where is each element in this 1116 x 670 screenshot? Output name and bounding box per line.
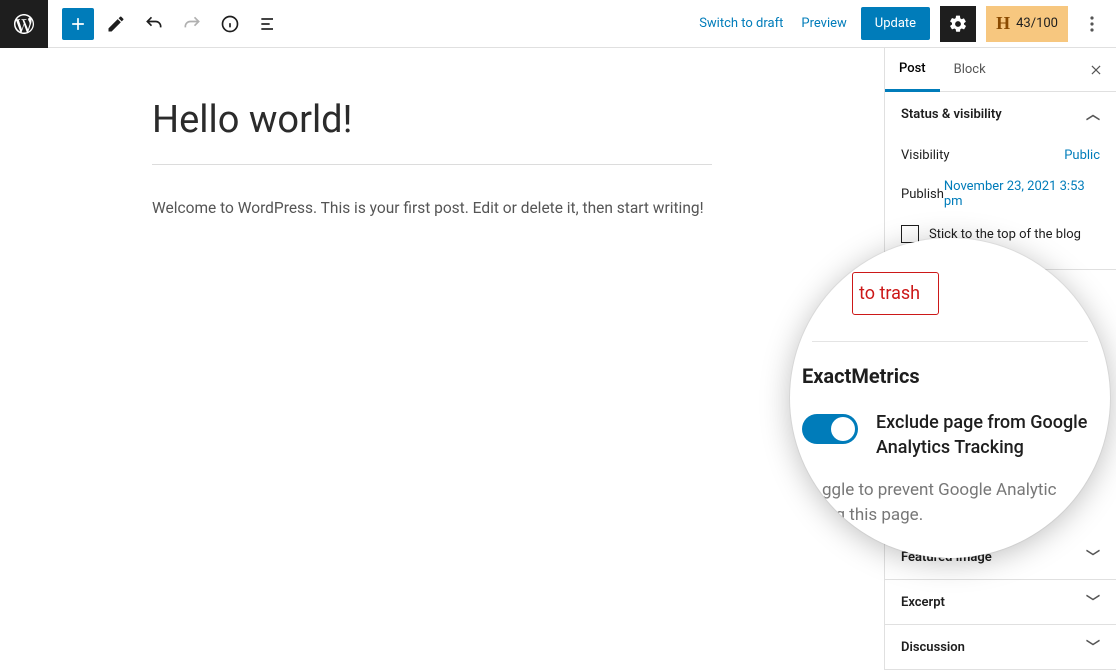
row-publish: Publish November 23, 2021 3:53 pm — [901, 171, 1100, 217]
close-sidebar-button[interactable] — [1076, 63, 1116, 77]
row-visibility: Visibility Public — [901, 140, 1100, 171]
tab-block[interactable]: Block — [940, 48, 1000, 92]
value-visibility[interactable]: Public — [1064, 148, 1100, 163]
panel-title-status: Status & visibility — [901, 107, 1002, 122]
editor-canvas[interactable]: Hello world! Welcome to WordPress. This … — [0, 48, 884, 670]
exclude-tracking-description: ggle to prevent Google Analytic ing this… — [822, 478, 1088, 527]
panel-head-status[interactable]: Status & visibility ︿ — [885, 92, 1116, 136]
panel-title-exactmetrics: ExactMetrics — [802, 364, 1088, 388]
chevron-down-icon: ﹀ — [1088, 508, 1104, 532]
post-title[interactable]: Hello world! — [152, 98, 732, 142]
exclude-tracking-toggle[interactable] — [802, 414, 858, 444]
chevron-down-icon: ﹀ — [1086, 547, 1100, 567]
magnifier-overlay: ︿ to trash ExactMetrics Exclude page fro… — [790, 238, 1110, 558]
panel-title-discussion: Discussion — [901, 640, 965, 655]
editor-topbar: Switch to draft Preview Update H 43/100 — [0, 0, 1116, 48]
info-button[interactable] — [214, 8, 246, 40]
tab-post[interactable]: Post — [885, 48, 940, 92]
value-publish[interactable]: November 23, 2021 3:53 pm — [944, 179, 1100, 209]
outline-button[interactable] — [252, 8, 284, 40]
exclude-tracking-label: Exclude page from Google Analytics Track… — [876, 410, 1088, 460]
toolbar-left — [48, 8, 284, 40]
post-body[interactable]: Welcome to WordPress. This is your first… — [152, 199, 732, 217]
panel-excerpt: Excerpt ﹀ — [885, 580, 1116, 625]
move-to-trash-button[interactable]: to trash — [852, 272, 939, 315]
label-publish: Publish — [901, 187, 944, 202]
undo-button[interactable] — [138, 8, 170, 40]
panel-discussion: Discussion ﹀ — [885, 625, 1116, 670]
panel-head-excerpt[interactable]: Excerpt ﹀ — [885, 580, 1116, 624]
chevron-down-icon: ﹀ — [1086, 592, 1100, 612]
settings-button[interactable] — [940, 6, 976, 42]
exclude-tracking-row: Exclude page from Google Analytics Track… — [802, 410, 1088, 460]
label-visibility: Visibility — [901, 148, 950, 163]
h-icon: H — [996, 13, 1010, 34]
update-button[interactable]: Update — [861, 7, 930, 40]
chevron-up-icon: ︿ — [1088, 296, 1104, 320]
switch-to-draft-button[interactable]: Switch to draft — [695, 10, 787, 37]
redo-button — [176, 8, 208, 40]
score-value: 43/100 — [1016, 16, 1058, 31]
edit-icon[interactable] — [100, 8, 132, 40]
seo-score-badge[interactable]: H 43/100 — [986, 6, 1068, 42]
panel-title-excerpt: Excerpt — [901, 595, 945, 610]
chevron-up-icon: ︿ — [1086, 104, 1100, 124]
title-divider — [152, 164, 712, 165]
preview-button[interactable]: Preview — [797, 10, 850, 37]
wordpress-logo[interactable] — [0, 0, 48, 48]
divider — [812, 341, 1088, 342]
panel-head-discussion[interactable]: Discussion ﹀ — [885, 625, 1116, 669]
add-block-button[interactable] — [62, 8, 94, 40]
chevron-down-icon: ﹀ — [1086, 637, 1100, 657]
more-options-button[interactable] — [1078, 6, 1106, 42]
sidebar-tabs: Post Block — [885, 48, 1116, 92]
toolbar-right: Switch to draft Preview Update H 43/100 — [695, 6, 1116, 42]
